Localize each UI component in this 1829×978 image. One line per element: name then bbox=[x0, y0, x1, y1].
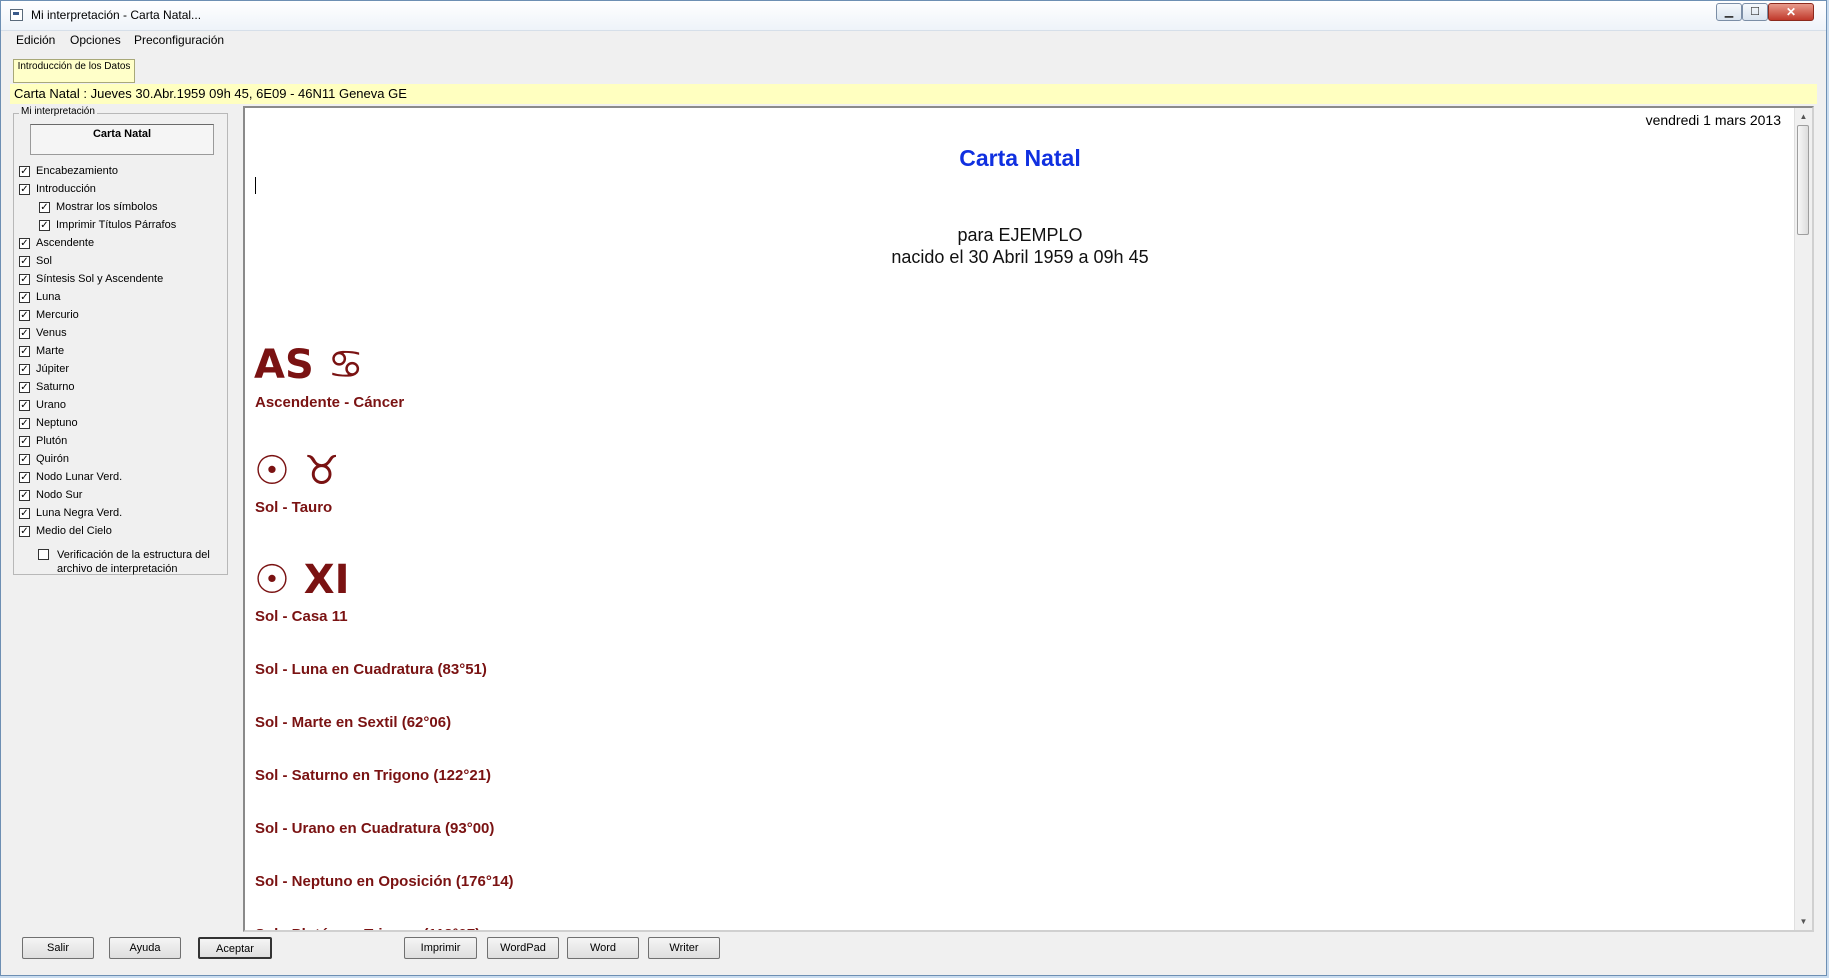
scroll-down-icon[interactable]: ▼ bbox=[1795, 913, 1812, 930]
option-checkbox[interactable]: ✓ bbox=[19, 454, 30, 465]
option-label: Ascendente bbox=[36, 237, 95, 249]
print-button[interactable]: Imprimir bbox=[404, 937, 477, 959]
verify-label-line2: archivo de interpretación bbox=[57, 563, 178, 575]
option-label: Medio del Cielo bbox=[36, 525, 112, 537]
verify-checkbox[interactable] bbox=[38, 549, 49, 560]
option-checkbox[interactable]: ✓ bbox=[19, 292, 30, 303]
option-checkbox[interactable]: ✓ bbox=[19, 166, 30, 177]
option-label: Nodo Lunar Verd. bbox=[36, 471, 123, 483]
exit-button[interactable]: Salir bbox=[22, 937, 94, 959]
word-button[interactable]: Word bbox=[567, 937, 639, 959]
group-label: Mi interpretación bbox=[19, 106, 97, 117]
section-heading: Sol - Luna en Cuadratura (83°51) bbox=[255, 661, 487, 678]
scroll-thumb[interactable] bbox=[1797, 125, 1809, 235]
option-checkbox[interactable]: ✓ bbox=[19, 184, 30, 195]
app-icon bbox=[10, 9, 23, 21]
section-heading: Sol - Marte en Sextil (62°06) bbox=[255, 714, 452, 731]
section-heading: Sol - Urano en Cuadratura (93°00) bbox=[255, 820, 495, 837]
option-label: Saturno bbox=[36, 381, 75, 393]
option-checkbox[interactable]: ✓ bbox=[19, 328, 30, 339]
option-label: Marte bbox=[36, 345, 65, 357]
section-symbol: AS ♋ bbox=[254, 342, 364, 388]
section-symbol: ☉ XI bbox=[254, 557, 350, 603]
option-checkbox[interactable]: ✓ bbox=[19, 526, 30, 537]
maximize-button[interactable]: ☐ bbox=[1742, 3, 1768, 21]
option-label: Plutón bbox=[36, 435, 68, 447]
option-label: Luna bbox=[36, 291, 61, 303]
menu-opciones[interactable]: Opciones bbox=[70, 33, 121, 47]
menu-edicion[interactable]: Edición bbox=[16, 33, 55, 47]
menu-bar: Edición Opciones Preconfiguración bbox=[1, 31, 1826, 51]
option-label: Imprimir Títulos Párrafos bbox=[56, 219, 177, 231]
section-heading: Sol - Neptuno en Oposición (176°14) bbox=[255, 873, 514, 890]
document-title: Carta Natal bbox=[959, 145, 1081, 171]
option-label: Síntesis Sol y Ascendente bbox=[36, 273, 164, 285]
option-checkbox[interactable]: ✓ bbox=[39, 202, 50, 213]
option-checkbox[interactable]: ✓ bbox=[19, 472, 30, 483]
writer-button[interactable]: Writer bbox=[648, 937, 720, 959]
minimize-button[interactable]: ▁ bbox=[1716, 3, 1742, 21]
option-checkbox[interactable]: ✓ bbox=[19, 256, 30, 267]
section-symbol: ☉ ♉ bbox=[254, 448, 340, 494]
option-label: Mostrar los símbolos bbox=[56, 201, 158, 213]
option-label: Luna Negra Verd. bbox=[36, 507, 123, 519]
section-heading: Sol - Casa 11 bbox=[255, 608, 348, 625]
option-label: Venus bbox=[36, 327, 67, 339]
option-checkbox[interactable]: ✓ bbox=[19, 346, 30, 357]
option-checkbox[interactable]: ✓ bbox=[19, 310, 30, 321]
option-label: Júpiter bbox=[36, 363, 70, 375]
wordpad-button[interactable]: WordPad bbox=[487, 937, 559, 959]
option-checkbox[interactable]: ✓ bbox=[19, 364, 30, 375]
option-checkbox[interactable]: ✓ bbox=[19, 382, 30, 393]
option-label: Urano bbox=[36, 399, 66, 411]
option-checkbox[interactable]: ✓ bbox=[19, 418, 30, 429]
accept-button[interactable]: Aceptar bbox=[198, 937, 272, 959]
chart-info-bar: Carta Natal : Jueves 30.Abr.1959 09h 45,… bbox=[10, 84, 1817, 104]
option-label: Encabezamiento bbox=[36, 165, 118, 177]
option-label: Mercurio bbox=[36, 309, 79, 321]
interpretation-document[interactable]: vendredi 1 mars 2013 Carta Natal para EJ… bbox=[243, 106, 1814, 932]
scroll-up-icon[interactable]: ▲ bbox=[1795, 108, 1812, 125]
section-heading: Sol - Plutón en Trigono (113°07) bbox=[255, 926, 480, 930]
app-window: Mi interpretación - Carta Natal... ▁ ☐ ✕… bbox=[0, 0, 1827, 976]
option-label: Sol bbox=[36, 255, 52, 267]
section-heading: Sol - Saturno en Trigono (122°21) bbox=[255, 767, 492, 784]
option-checkbox[interactable]: ✓ bbox=[19, 238, 30, 249]
option-label: Introducción bbox=[36, 183, 96, 195]
vertical-scrollbar[interactable]: ▲ ▼ bbox=[1794, 108, 1812, 930]
close-button[interactable]: ✕ bbox=[1768, 3, 1814, 21]
title-bar: Mi interpretación - Carta Natal... ▁ ☐ ✕ bbox=[1, 1, 1826, 31]
option-checkbox[interactable]: ✓ bbox=[19, 508, 30, 519]
verify-label-line1: Verificación de la estructura del bbox=[57, 549, 210, 561]
option-checkbox[interactable]: ✓ bbox=[19, 400, 30, 411]
option-label: Quirón bbox=[36, 453, 70, 465]
subject-line: para EJEMPLO bbox=[957, 225, 1083, 245]
option-label: Nodo Sur bbox=[36, 489, 83, 501]
section-heading: Ascendente - Cáncer bbox=[255, 394, 405, 411]
menu-preconfiguracion[interactable]: Preconfiguración bbox=[134, 33, 224, 47]
option-checkbox[interactable]: ✓ bbox=[39, 220, 50, 231]
chart-type-selector[interactable]: Carta Natal bbox=[30, 124, 214, 155]
option-checkbox[interactable]: ✓ bbox=[19, 490, 30, 501]
option-checkbox[interactable]: ✓ bbox=[19, 274, 30, 285]
option-checkbox[interactable]: ✓ bbox=[19, 436, 30, 447]
text-cursor bbox=[255, 177, 256, 194]
birth-line: nacido el 30 Abril 1959 a 09h 45 bbox=[891, 247, 1149, 267]
window-title: Mi interpretación - Carta Natal... bbox=[31, 8, 202, 22]
section-heading: Sol - Tauro bbox=[255, 499, 333, 516]
data-entry-button[interactable]: Introducción de los Datos bbox=[13, 59, 135, 83]
document-date: vendredi 1 mars 2013 bbox=[1645, 112, 1781, 128]
help-button[interactable]: Ayuda bbox=[109, 937, 181, 959]
option-label: Neptuno bbox=[36, 417, 78, 429]
